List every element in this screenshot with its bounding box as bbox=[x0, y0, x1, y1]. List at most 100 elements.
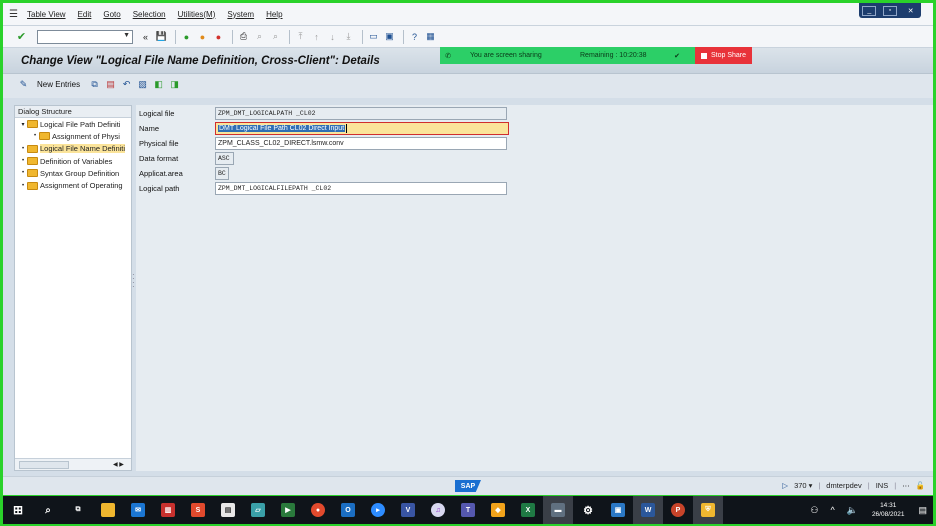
taskbar-notes[interactable]: ▱ bbox=[243, 496, 273, 524]
tree-item-logical-file-path[interactable]: ▾ Logical File Path Definiti bbox=[15, 118, 131, 130]
back-icon[interactable]: ● bbox=[180, 30, 193, 43]
taskbar-photos[interactable]: ▣ bbox=[603, 496, 633, 524]
name-label: Name bbox=[139, 124, 160, 133]
notification-icon[interactable]: ▤ bbox=[918, 505, 927, 516]
menu-edit[interactable]: Edit bbox=[78, 10, 92, 19]
tree-horizontal-scrollbar[interactable]: ◀ ▶ bbox=[15, 458, 131, 470]
previous-entry-icon[interactable]: ◧ bbox=[152, 78, 165, 91]
menu-goto[interactable]: Goto bbox=[103, 10, 120, 19]
menu-utilities[interactable]: Utilities(M) bbox=[178, 10, 216, 19]
chevron-down-icon[interactable]: ▼ bbox=[123, 32, 130, 39]
menu-help[interactable]: Help bbox=[266, 10, 282, 19]
taskbar-excel[interactable]: X bbox=[513, 496, 543, 524]
taskbar-itunes[interactable]: ♫ bbox=[423, 496, 453, 524]
display-change-icon[interactable]: ✎ bbox=[17, 78, 30, 91]
volume-icon[interactable]: 🔈 bbox=[847, 505, 858, 516]
chevron-down-icon[interactable]: ▾ bbox=[809, 481, 813, 490]
cancel-icon[interactable]: ● bbox=[212, 30, 225, 43]
tree-expand-icon[interactable]: ▾ bbox=[19, 121, 27, 128]
stop-share-button[interactable]: Stop Share bbox=[695, 47, 753, 64]
clock-date: 26/08/2021 bbox=[871, 511, 905, 518]
next-page-icon[interactable]: ↓ bbox=[326, 30, 339, 43]
taskbar-zoom[interactable]: ▸ bbox=[363, 496, 393, 524]
taskbar-powerpoint[interactable]: P bbox=[663, 496, 693, 524]
session-number[interactable]: 370 bbox=[794, 481, 807, 490]
applicat-area-label: Applicat.area bbox=[139, 169, 183, 178]
taskbar-sap-gui[interactable]: ▬ bbox=[543, 496, 573, 524]
taskbar-settings[interactable]: ⚙ bbox=[573, 496, 603, 524]
taskbar-visio[interactable]: V bbox=[393, 496, 423, 524]
new-entries-button[interactable]: New Entries bbox=[37, 80, 80, 89]
media-icon: ▶ bbox=[281, 503, 295, 517]
taskbar-s-app[interactable]: S bbox=[183, 496, 213, 524]
chevron-up-icon[interactable]: ^ bbox=[830, 505, 834, 515]
taskbar-popcorn[interactable]: ▥ bbox=[153, 496, 183, 524]
command-field[interactable]: ▼ bbox=[37, 29, 133, 44]
tree-item-assignment-operating[interactable]: • Assignment of Operating bbox=[15, 179, 131, 191]
menu-table-view[interactable]: Table View bbox=[27, 10, 66, 19]
scrollbar-thumb[interactable] bbox=[19, 460, 69, 469]
enter-icon[interactable]: ✔ bbox=[15, 30, 28, 43]
start-button[interactable]: ⊞ bbox=[3, 496, 33, 524]
previous-page-icon[interactable]: ↑ bbox=[310, 30, 323, 43]
help-icon[interactable]: ? bbox=[408, 30, 421, 43]
undo-icon[interactable]: ↶ bbox=[120, 78, 133, 91]
tree-item-syntax-group[interactable]: • Syntax Group Definition bbox=[15, 167, 131, 179]
search-button[interactable]: ⌕ bbox=[33, 496, 63, 524]
tree-item-assignment-physical[interactable]: • Assignment of Physi bbox=[15, 130, 131, 142]
tree-item-definition-of-variables[interactable]: • Definition of Variables bbox=[15, 155, 131, 167]
last-page-icon[interactable]: ⤓ bbox=[342, 30, 355, 43]
taskbar-clock[interactable]: 14:31 26/08/2021 bbox=[872, 501, 905, 519]
taskbar-chrome[interactable]: ● bbox=[303, 496, 333, 524]
tree-item-logical-file-name[interactable]: • Logical File Name Definiti bbox=[15, 143, 131, 155]
exit-icon[interactable]: ● bbox=[196, 30, 209, 43]
select-all-icon[interactable]: ▧ bbox=[136, 78, 149, 91]
menu-selection[interactable]: Selection bbox=[133, 10, 166, 19]
more-icon[interactable]: ⋯ bbox=[902, 481, 910, 490]
taskbar-word[interactable]: W bbox=[633, 496, 663, 524]
first-page-icon[interactable]: ⤒ bbox=[294, 30, 307, 43]
taskbar-media[interactable]: ▶ bbox=[273, 496, 303, 524]
taskbar-security[interactable]: ⛨ bbox=[693, 496, 723, 524]
popcorn-icon: ▥ bbox=[161, 503, 175, 517]
taskbar-mail[interactable]: ✉ bbox=[123, 496, 153, 524]
taskbar-file-explorer[interactable] bbox=[93, 496, 123, 524]
save-icon[interactable]: 💾 bbox=[155, 30, 168, 43]
close-icon[interactable]: ✕ bbox=[904, 6, 918, 16]
taskbar-outlook[interactable]: O bbox=[333, 496, 363, 524]
collapse-icon[interactable]: « bbox=[139, 30, 152, 43]
shortcut-icon[interactable]: ▣ bbox=[383, 30, 396, 43]
customize-layout-icon[interactable]: ▦ bbox=[424, 30, 437, 43]
find-next-icon[interactable]: ⌕ bbox=[269, 30, 282, 43]
new-session-icon[interactable]: ▭ bbox=[367, 30, 380, 43]
unlock-icon[interactable]: 🔓 bbox=[916, 481, 925, 490]
menu-app-icon[interactable]: ☰ bbox=[9, 9, 23, 20]
next-entry-icon[interactable]: ◨ bbox=[168, 78, 181, 91]
data-format-field[interactable]: ASC bbox=[215, 152, 234, 165]
separator bbox=[175, 29, 176, 44]
music-icon: ♫ bbox=[431, 503, 445, 517]
print-icon[interactable]: ⎙ bbox=[237, 30, 250, 43]
logical-path-field[interactable]: ZPM_DMT_LOGICALFILEPATH _CL02 bbox=[215, 182, 507, 195]
taskbar-document[interactable]: ▤ bbox=[213, 496, 243, 524]
maximize-icon[interactable]: ▫ bbox=[882, 5, 897, 16]
delete-icon[interactable]: ▤ bbox=[104, 78, 117, 91]
people-icon[interactable]: ⚇ bbox=[810, 505, 818, 516]
applicat-area-field[interactable]: BC bbox=[215, 167, 229, 180]
notes-icon: ▱ bbox=[251, 503, 265, 517]
task-view-button[interactable]: ⧉ bbox=[63, 496, 93, 524]
copy-as-icon[interactable]: ⧉ bbox=[88, 78, 101, 91]
physical-file-field[interactable]: ZPM_CLASS_CL02_DIRECT.lsmw.conv bbox=[215, 137, 507, 150]
logical-file-field[interactable]: ZPM_DMT_LOGICALPATH _CL02 bbox=[215, 107, 507, 120]
play-icon[interactable]: ▷ bbox=[782, 481, 788, 490]
menu-system[interactable]: System bbox=[227, 10, 254, 19]
splitter-handle[interactable]: · · · · bbox=[132, 271, 135, 291]
mail-icon: ✉ bbox=[131, 503, 145, 517]
taskbar-teams[interactable]: T bbox=[453, 496, 483, 524]
scroll-arrows-icon[interactable]: ◀ ▶ bbox=[113, 461, 124, 468]
find-icon[interactable]: ⌕ bbox=[253, 30, 266, 43]
name-field[interactable]: DMT Logical File Path CL02 Direct Input bbox=[215, 122, 509, 135]
minimize-icon[interactable]: _ bbox=[862, 5, 877, 16]
status-separator: | bbox=[894, 481, 897, 490]
taskbar-sketch[interactable]: ◆ bbox=[483, 496, 513, 524]
